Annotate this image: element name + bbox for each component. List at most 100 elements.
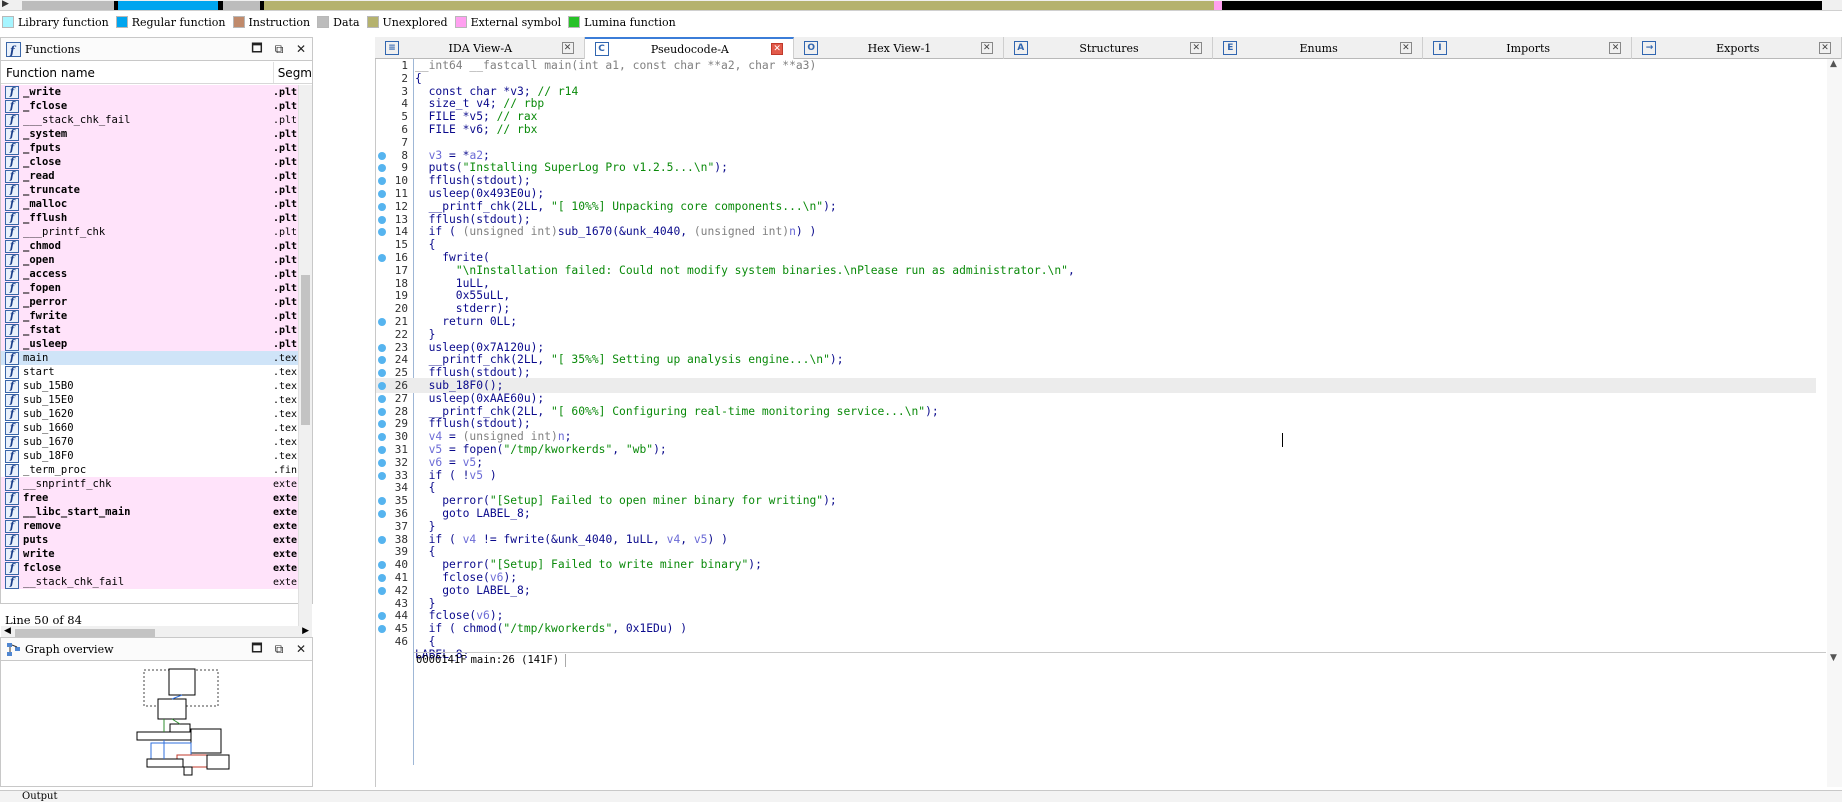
column-function-name[interactable]: Function name — [1, 62, 274, 83]
nav-left-arrow-icon[interactable]: ▶ — [2, 0, 9, 9]
close-icon[interactable]: ✕ — [290, 642, 312, 656]
breakpoint-dot-icon[interactable] — [378, 471, 386, 480]
function-row[interactable]: f _usleep .plt — [1, 337, 312, 351]
scroll-right-icon[interactable]: ▶ — [302, 626, 309, 636]
function-row[interactable]: f _fwrite .plt — [1, 309, 312, 323]
tab-enums[interactable]: E Enums ✕ — [1213, 37, 1423, 59]
function-row[interactable]: f _fstat .plt — [1, 323, 312, 337]
breakpoint-dot-icon[interactable] — [378, 215, 386, 224]
tab-imports[interactable]: I Imports ✕ — [1423, 37, 1633, 59]
pseudocode-view[interactable]: 1 __int64 __fastcall main(int a1, const c… — [375, 59, 1842, 787]
tab-pseudocode-a[interactable]: C Pseudocode-A ✕ — [584, 37, 795, 59]
function-row[interactable]: f free exte — [1, 491, 312, 505]
function-row[interactable]: f _access .plt — [1, 267, 312, 281]
breakpoint-dot-icon[interactable] — [378, 458, 386, 467]
function-row[interactable]: f _system .plt — [1, 127, 312, 141]
function-row[interactable]: f main .tex — [1, 351, 312, 365]
tab-close-icon[interactable]: ✕ — [1399, 42, 1412, 54]
breakpoint-dot-icon[interactable] — [378, 356, 386, 365]
breakpoint-dot-icon[interactable] — [378, 190, 386, 198]
function-row[interactable]: f _chmod .plt — [1, 239, 312, 253]
column-segment[interactable]: Segm — [274, 62, 312, 84]
close-icon[interactable]: ✕ — [290, 42, 312, 56]
float-icon[interactable]: ⧉ — [268, 642, 290, 657]
breakpoint-dot-icon[interactable] — [378, 382, 386, 390]
function-row[interactable]: f ___stack_chk_fail .plt. — [1, 113, 312, 127]
tab-structures[interactable]: A Structures ✕ — [1004, 37, 1214, 59]
tab-close-icon[interactable]: ✕ — [980, 42, 993, 54]
function-row[interactable]: f __libc_start_main exte — [1, 505, 312, 519]
tab-close-icon[interactable]: ✕ — [1819, 42, 1832, 54]
function-row[interactable]: f _term_proc .fin — [1, 463, 312, 477]
breakpoint-dot-icon[interactable] — [378, 318, 386, 326]
legend-swatch — [454, 16, 467, 28]
breakpoint-dot-icon[interactable] — [378, 574, 386, 582]
output-panel-header[interactable]: Output — [0, 790, 1842, 802]
breakpoint-dot-icon[interactable] — [378, 369, 386, 378]
scrollbar-thumb[interactable] — [301, 275, 310, 425]
function-row[interactable]: f __snprintf_chk exte — [1, 477, 312, 491]
function-row[interactable]: f _open .plt — [1, 253, 312, 267]
function-row[interactable]: f write exte — [1, 547, 312, 561]
float-icon[interactable]: ⧉ — [268, 42, 290, 57]
tab-close-icon[interactable]: ✕ — [561, 42, 574, 54]
function-row[interactable]: f fclose exte — [1, 561, 312, 575]
function-row[interactable]: f remove exte — [1, 519, 312, 533]
maximize-icon[interactable]: 🗖 — [246, 39, 268, 60]
breakpoint-dot-icon[interactable] — [378, 394, 386, 403]
tab-close-icon[interactable]: ✕ — [1609, 42, 1622, 54]
breakpoint-dot-icon[interactable] — [378, 586, 386, 595]
function-row[interactable]: f _read .plt — [1, 169, 312, 183]
graph-overview-canvas[interactable] — [1, 661, 312, 786]
breakpoint-dot-icon[interactable] — [378, 151, 386, 160]
function-row[interactable]: f sub_15B0 .tex — [1, 379, 312, 393]
function-row[interactable]: f _close .plt — [1, 155, 312, 169]
breakpoint-dot-icon[interactable] — [378, 228, 386, 237]
function-row[interactable]: f __stack_chk_fail exte — [1, 575, 312, 589]
tab-close-icon[interactable]: ✕ — [1190, 42, 1203, 54]
breakpoint-dot-icon[interactable] — [378, 510, 386, 518]
breakpoint-dot-icon[interactable] — [378, 343, 386, 352]
function-row[interactable]: f _fputs .plt — [1, 141, 312, 155]
scroll-down-icon[interactable]: ▼ — [1830, 653, 1837, 663]
breakpoint-dot-icon[interactable] — [378, 407, 386, 416]
function-row[interactable]: f sub_1620 .tex — [1, 407, 312, 421]
function-row[interactable]: f _fclose .plt — [1, 99, 312, 113]
scroll-up-icon[interactable]: ▲ — [1830, 59, 1837, 69]
function-row[interactable]: f _truncate .plt — [1, 183, 312, 197]
function-row[interactable]: f _perror .plt — [1, 295, 312, 309]
tab-close-icon[interactable]: ✕ — [771, 43, 784, 55]
breakpoint-dot-icon[interactable] — [378, 420, 386, 429]
function-row[interactable]: f sub_18F0 .tex — [1, 449, 312, 463]
function-row[interactable]: f ___printf_chk .plt. — [1, 225, 312, 239]
function-row[interactable]: f sub_1670 .tex — [1, 435, 312, 449]
function-row[interactable]: f _fflush .plt — [1, 211, 312, 225]
function-row[interactable]: f start .tex — [1, 365, 312, 379]
breakpoint-dot-icon[interactable] — [378, 625, 386, 634]
function-row[interactable]: f _write .plt — [1, 85, 312, 99]
scrollbar-thumb[interactable] — [15, 629, 155, 637]
scroll-left-icon[interactable]: ◀ — [4, 626, 11, 636]
breakpoint-dot-icon[interactable] — [378, 433, 386, 442]
tab-exports[interactable]: → Exports ✕ — [1632, 37, 1842, 59]
navigation-band[interactable]: ▶ — [0, 0, 1842, 11]
breakpoint-dot-icon[interactable] — [378, 497, 386, 506]
function-row[interactable]: f puts exte — [1, 533, 312, 547]
breakpoint-dot-icon[interactable] — [378, 561, 386, 570]
function-row[interactable]: f _malloc .plt — [1, 197, 312, 211]
breakpoint-dot-icon[interactable] — [378, 612, 386, 621]
breakpoint-dot-icon[interactable] — [378, 177, 386, 186]
function-row[interactable]: f sub_1660 .tex — [1, 421, 312, 435]
maximize-icon[interactable]: 🗖 — [246, 639, 268, 660]
function-row[interactable]: f _fopen .plt — [1, 281, 312, 295]
breakpoint-dot-icon[interactable] — [378, 446, 386, 454]
tab-hex-view-1[interactable]: O Hex View-1 ✕ — [794, 37, 1004, 59]
breakpoint-dot-icon[interactable] — [378, 254, 386, 262]
function-row[interactable]: f sub_15E0 .tex — [1, 393, 312, 407]
breakpoint-dot-icon[interactable] — [378, 535, 386, 544]
breakpoint-dot-icon[interactable] — [378, 164, 386, 173]
breakpoint-dot-icon[interactable] — [378, 202, 386, 211]
functions-vertical-scrollbar[interactable] — [298, 85, 312, 626]
tab-ida-view-a[interactable]: ≡ IDA View-A ✕ — [375, 37, 585, 59]
pseudocode-vertical-scrollbar[interactable]: ▲ ▼ — [1827, 59, 1842, 787]
